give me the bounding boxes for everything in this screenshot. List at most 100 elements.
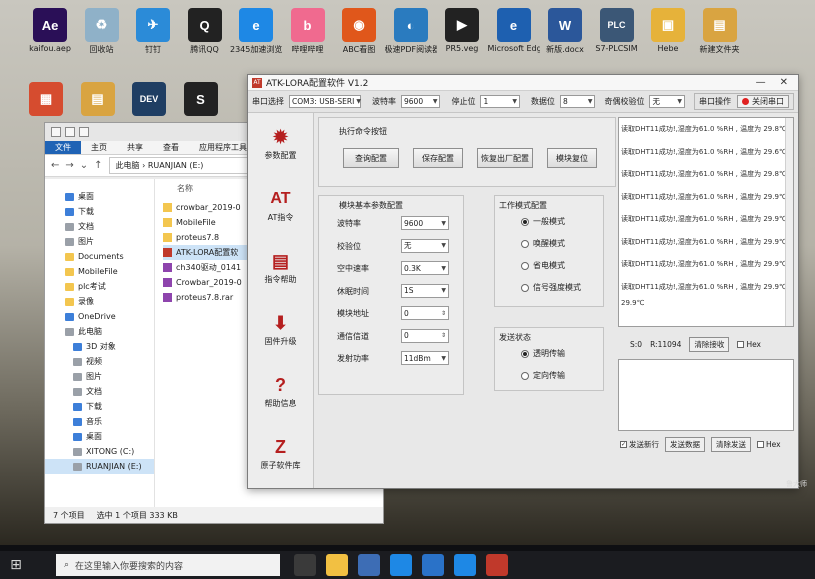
nav-item[interactable]: MobileFile — [45, 264, 154, 279]
receive-log[interactable]: 读取DHT11成功!,湿度为61.0 %RH , 温度为 29.8℃ 读取DHT1… — [618, 117, 794, 327]
factory-reset-button[interactable]: 恢复出厂配置 — [477, 148, 533, 168]
ribbon-tab[interactable]: 主页 — [81, 141, 117, 154]
desktop-icon[interactable]: ▶ PR5.veg — [436, 8, 488, 53]
send-newline-checkbox[interactable]: ✓ 发送新行 — [620, 439, 659, 450]
lora-app-icon[interactable] — [486, 554, 508, 576]
nav-item[interactable]: 音乐 — [45, 414, 154, 429]
up-arrow-icon[interactable]: ↑ — [94, 160, 102, 171]
param-spinner[interactable]: 0 ⇕ — [401, 306, 449, 320]
desktop-icon[interactable]: S — [175, 82, 227, 118]
nav-item[interactable]: 此电脑 — [45, 324, 154, 339]
nav-item[interactable]: 桌面 — [45, 189, 154, 204]
work-mode-radio[interactable]: 唤醒模式 — [521, 238, 565, 249]
nav-item[interactable]: 下载 — [45, 204, 154, 219]
desktop-icon[interactable]: ▣ Hebe — [642, 8, 694, 53]
back-arrow-icon[interactable]: ← — [51, 160, 59, 171]
ribbon-tab[interactable]: 查看 — [153, 141, 189, 154]
data-bits-select[interactable]: 8 ▼ — [559, 95, 596, 108]
desktop-icon[interactable]: ▦ — [20, 82, 72, 118]
param-select[interactable]: 11dBm ▼ — [401, 351, 449, 365]
sidebar-item[interactable]: ⬇ 固件升级 — [248, 299, 313, 361]
sidebar-item[interactable]: ✹ 参数配置 — [248, 113, 313, 175]
send-mode-label: 定向传输 — [533, 371, 565, 380]
nav-item[interactable]: 文档 — [45, 219, 154, 234]
nav-item[interactable]: 图片 — [45, 369, 154, 384]
windows-start-icon[interactable]: ⊞ — [0, 557, 32, 573]
close-port-button[interactable]: 关闭串口 — [737, 95, 789, 108]
module-reset-button[interactable]: 模块复位 — [547, 148, 597, 168]
file-explorer-icon[interactable] — [326, 554, 348, 576]
edge-icon[interactable] — [390, 554, 412, 576]
work-mode-radio[interactable]: 省电模式 — [521, 260, 565, 271]
save-config-button[interactable]: 保存配置 — [413, 148, 463, 168]
nav-item[interactable]: 录像 — [45, 294, 154, 309]
nav-item[interactable]: 视频 — [45, 354, 154, 369]
stop-bits-select[interactable]: 1 ▼ — [480, 95, 520, 108]
parity-select[interactable]: 无 ▼ — [649, 95, 685, 108]
nav-item[interactable]: 图片 — [45, 234, 154, 249]
query-config-button[interactable]: 查询配置 — [343, 148, 399, 168]
desktop-icon[interactable]: b 哔哩哔哩 — [282, 8, 334, 55]
send-mode-radio[interactable]: 透明传输 — [521, 348, 565, 359]
mail-icon[interactable] — [422, 554, 444, 576]
send-hex-checkbox[interactable]: Hex — [757, 440, 781, 449]
sidebar-item[interactable]: ▤ 指令帮助 — [248, 237, 313, 299]
nav-item[interactable]: 下载 — [45, 399, 154, 414]
send-mode-radio[interactable]: 定向传输 — [521, 370, 565, 381]
work-mode-radio[interactable]: 一般模式 — [521, 216, 565, 227]
recv-hex-checkbox[interactable]: Hex — [737, 340, 761, 349]
param-select[interactable]: 9600 ▼ — [401, 216, 449, 230]
send-data-button[interactable]: 发送数据 — [665, 436, 705, 452]
nav-item[interactable]: 文档 — [45, 384, 154, 399]
nav-item[interactable]: plc考试 — [45, 279, 154, 294]
clear-send-button[interactable]: 清除发送 — [711, 436, 751, 452]
log-scrollbar[interactable] — [785, 118, 793, 326]
port-select[interactable]: COM3: USB-SERI ▼ — [289, 95, 361, 108]
param-select[interactable]: 无 ▼ — [401, 238, 449, 253]
nav-item[interactable]: OneDrive — [45, 309, 154, 324]
ribbon-tab[interactable]: 文件 — [45, 141, 81, 154]
sidebar-item[interactable]: ? 帮助信息 — [248, 361, 313, 423]
quick-access-dropdown-icon[interactable] — [79, 127, 89, 137]
quick-access-checkbox-icon[interactable] — [51, 127, 61, 137]
send-input[interactable] — [618, 359, 794, 431]
close-icon[interactable]: ✕ — [780, 77, 788, 88]
param-select[interactable]: 1S ▼ — [401, 283, 449, 298]
sidebar-item[interactable]: AT AT指令 — [248, 175, 313, 237]
desktop-icon[interactable]: DEV — [123, 82, 175, 118]
param-select[interactable]: 0.3K ▼ — [401, 261, 449, 275]
ribbon-tab[interactable]: 共享 — [117, 141, 153, 154]
nav-item[interactable]: RUANJIAN (E:) — [45, 459, 154, 474]
desktop-icon[interactable]: W 新版.docx — [539, 8, 591, 55]
desktop-icon[interactable]: Q 腾讯QQ — [179, 8, 231, 55]
desktop-icon[interactable]: Ae kaifou.aep — [24, 8, 76, 53]
desktop-icon[interactable]: ▤ 新建文件夹 — [694, 8, 746, 55]
desktop-icon[interactable]: ◉ ABC看图 — [333, 8, 385, 55]
param-spinner[interactable]: 0 ⇕ — [401, 328, 449, 343]
store-icon[interactable] — [358, 554, 380, 576]
minimize-icon[interactable]: — — [756, 77, 766, 88]
browser-icon[interactable] — [454, 554, 476, 576]
sidebar-item[interactable]: Z 原子软件库 — [248, 423, 313, 485]
desktop-icon[interactable]: e 2345加速浏览器 — [230, 8, 282, 55]
nav-item[interactable]: XITONG (C:) — [45, 444, 154, 459]
baud-select[interactable]: 9600 ▼ — [401, 95, 441, 108]
nav-item[interactable]: 桌面 — [45, 429, 154, 444]
desktop-icon[interactable]: e Microsoft Edge — [488, 8, 540, 53]
taskbar-search-input[interactable]: ⌕ 在这里输入你要搜索的内容 — [56, 554, 280, 576]
nav-item[interactable]: Documents — [45, 249, 154, 264]
log-line: 读取DHT11成功!,湿度为61.0 %RH , 温度为 29.8℃ — [621, 170, 787, 178]
task-view-icon[interactable] — [294, 554, 316, 576]
desktop-icon[interactable]: ◐ 极速PDF阅读器 — [385, 8, 437, 55]
desktop-icon[interactable]: ✈ 钉钉 — [127, 8, 179, 55]
quick-access-folder-icon[interactable] — [65, 127, 75, 137]
desktop-icon[interactable]: ▤ — [72, 82, 124, 118]
desktop-icon[interactable]: ♻ 回收站 — [76, 8, 128, 55]
forward-arrow-icon[interactable]: → — [65, 160, 73, 171]
desktop-icon[interactable]: PLC S7-PLCSIM — [591, 8, 643, 53]
chevron-down-icon[interactable]: ⌄ — [80, 160, 88, 171]
clear-receive-button[interactable]: 清除接收 — [689, 336, 730, 352]
nav-item[interactable]: 3D 对象 — [45, 339, 154, 354]
serial-op-label: 串口操作 — [699, 97, 731, 106]
work-mode-radio[interactable]: 信号强度模式 — [521, 282, 581, 293]
